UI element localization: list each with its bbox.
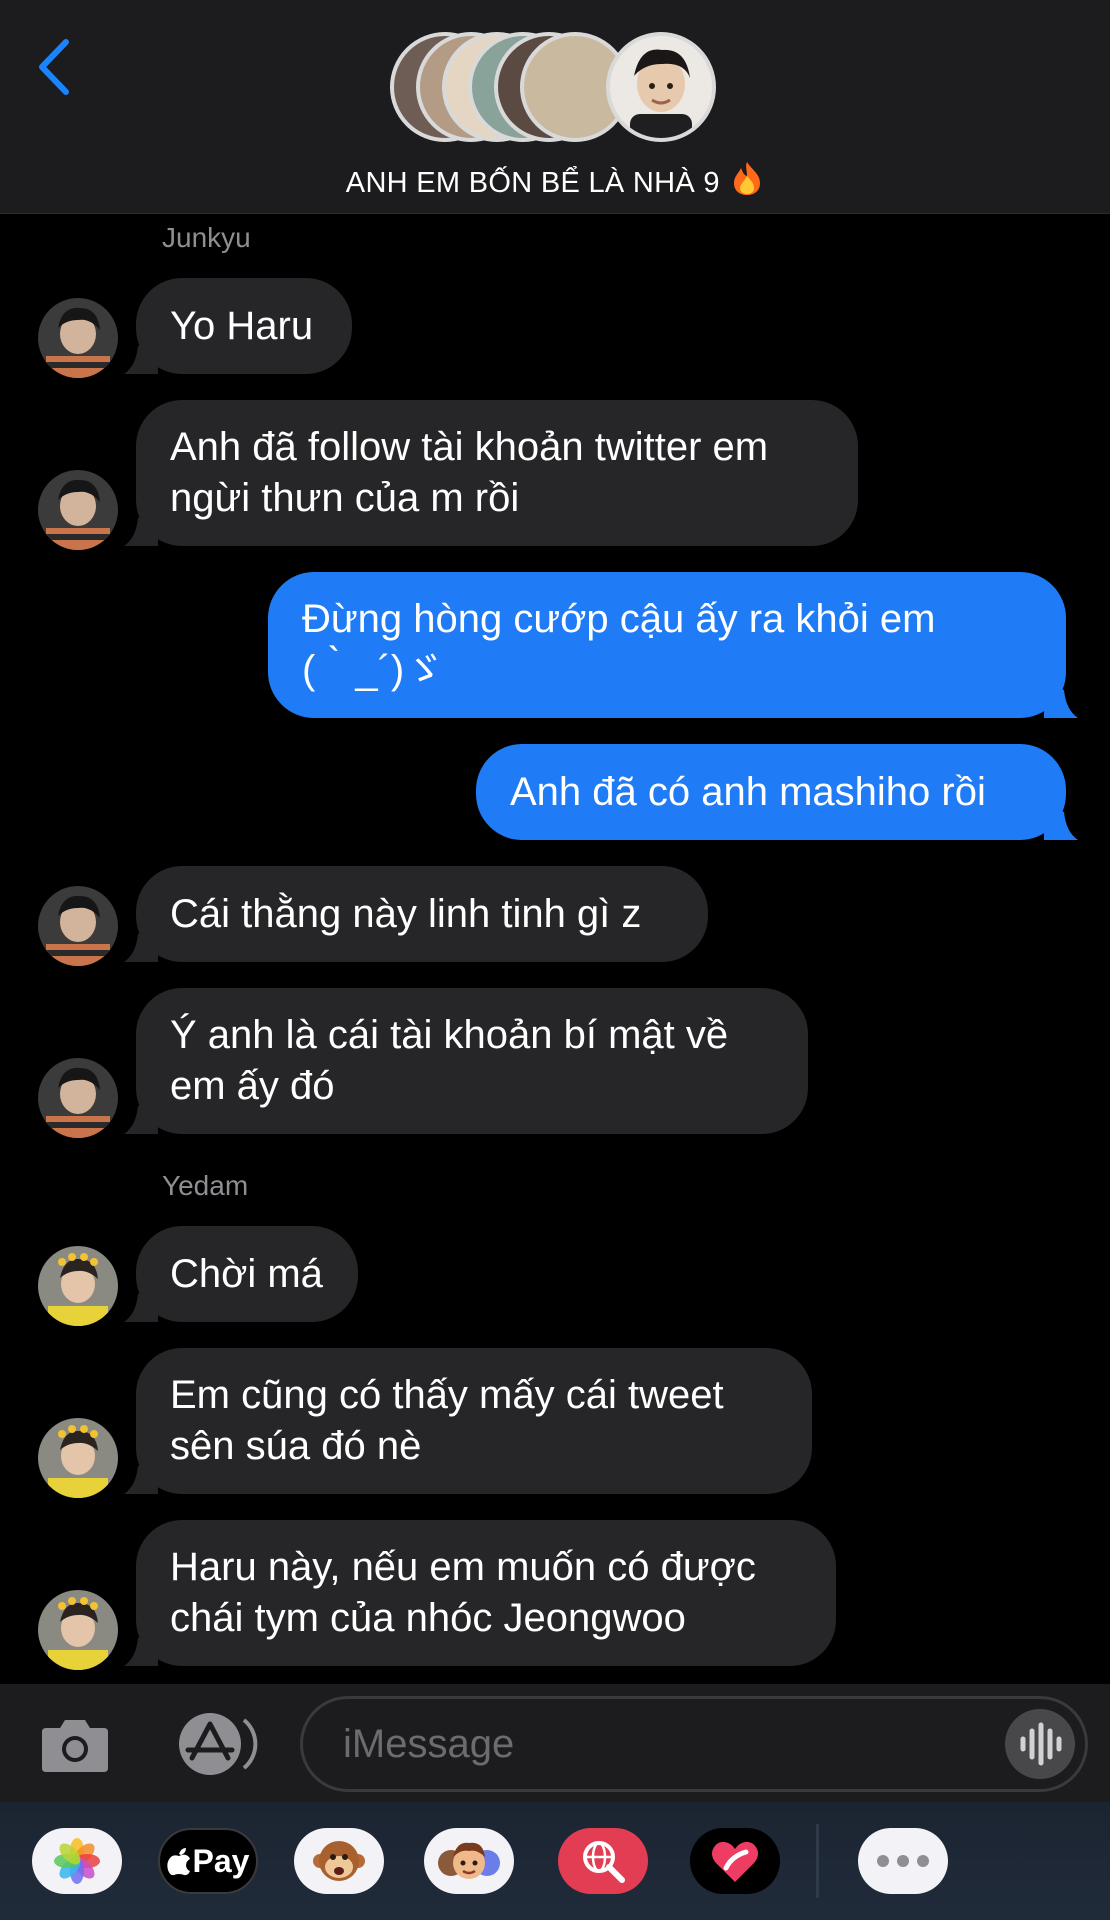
message-bubble-incoming[interactable]: Anh đã follow tài khoản twitter em ngừi … bbox=[124, 400, 858, 546]
avatar[interactable] bbox=[38, 298, 118, 378]
message-text: Chời má bbox=[170, 1251, 323, 1296]
imessage-app-drawer: Pay bbox=[0, 1802, 1110, 1920]
compose-bar bbox=[0, 1684, 1110, 1802]
conversation-header: ANH EM BỐN BỂ LÀ NHÀ 9 bbox=[0, 0, 1110, 214]
audio-waveform-icon[interactable] bbox=[1005, 1709, 1075, 1779]
message-text: Anh đã có anh mashiho rồi bbox=[510, 769, 986, 814]
message-bubble-incoming[interactable]: Yo Haru bbox=[124, 278, 352, 374]
images-search-icon[interactable] bbox=[558, 1828, 648, 1894]
apple-logo-icon bbox=[166, 1848, 190, 1876]
avatar[interactable] bbox=[38, 1058, 118, 1138]
message-bubble-incoming[interactable]: Cái thằng này linh tinh gì z bbox=[124, 866, 708, 962]
avatar[interactable] bbox=[38, 470, 118, 550]
apple-pay-label: Pay bbox=[192, 1842, 250, 1879]
message-text: Yo Haru bbox=[170, 303, 314, 348]
message-thread[interactable]: Junkyu Yo Haru Anh đã follow tài khoản t… bbox=[0, 214, 1110, 1684]
message-text: Đừng hòng cướp cậu ấy ra khỏi em (｀_´)ゞ bbox=[302, 597, 936, 692]
avatar[interactable] bbox=[38, 1246, 118, 1326]
message-text: Haru này, nếu em muốn có được chái tym c… bbox=[170, 1545, 756, 1640]
avatar[interactable] bbox=[38, 1418, 118, 1498]
app-store-icon[interactable] bbox=[168, 1710, 258, 1778]
avatar[interactable] bbox=[38, 1590, 118, 1670]
camera-icon[interactable] bbox=[40, 1714, 110, 1774]
memoji-icon[interactable] bbox=[424, 1828, 514, 1894]
message-bubble-incoming[interactable]: Em cũng có thấy mấy cái tweet sên súa đó… bbox=[124, 1348, 812, 1494]
animoji-icon[interactable] bbox=[294, 1828, 384, 1894]
photos-icon[interactable] bbox=[32, 1828, 122, 1894]
member-avatar bbox=[606, 32, 716, 142]
message-text: Cái thằng này linh tinh gì z bbox=[170, 891, 642, 936]
avatar[interactable] bbox=[38, 886, 118, 966]
message-text: Anh đã follow tài khoản twitter em ngừi … bbox=[170, 425, 769, 520]
message-bubble-outgoing[interactable]: Đừng hòng cướp cậu ấy ra khỏi em (｀_´)ゞ bbox=[268, 572, 1078, 718]
fire-icon bbox=[734, 162, 761, 195]
message-bubble-incoming[interactable]: Haru này, nếu em muốn có được chái tym c… bbox=[124, 1520, 836, 1666]
apple-pay-icon[interactable]: Pay bbox=[158, 1828, 258, 1894]
chevron-left-icon[interactable] bbox=[30, 32, 80, 102]
message-bubble-incoming[interactable]: Ý anh là cái tài khoản bí mật về em ấy đ… bbox=[124, 988, 808, 1134]
message-input[interactable] bbox=[343, 1699, 983, 1789]
sender-name: Junkyu bbox=[162, 222, 251, 253]
message-bubble-incoming[interactable]: Chời má bbox=[124, 1226, 358, 1322]
group-avatar-stack[interactable] bbox=[390, 32, 720, 144]
message-bubble-outgoing[interactable]: Anh đã có anh mashiho rồi bbox=[476, 744, 1078, 840]
message-field[interactable] bbox=[300, 1696, 1088, 1792]
message-text: Ý anh là cái tài khoản bí mật về em ấy đ… bbox=[170, 1013, 729, 1108]
sender-name: Yedam bbox=[162, 1170, 249, 1201]
group-name: ANH EM BỐN BỂ LÀ NHÀ 9 bbox=[345, 167, 720, 199]
digital-touch-icon[interactable] bbox=[690, 1828, 780, 1894]
more-icon[interactable] bbox=[858, 1828, 948, 1894]
group-title[interactable]: ANH EM BỐN BỂ LÀ NHÀ 9 bbox=[0, 160, 1110, 200]
message-text: Em cũng có thấy mấy cái tweet sên súa đó… bbox=[170, 1373, 724, 1468]
drawer-divider bbox=[816, 1824, 819, 1898]
